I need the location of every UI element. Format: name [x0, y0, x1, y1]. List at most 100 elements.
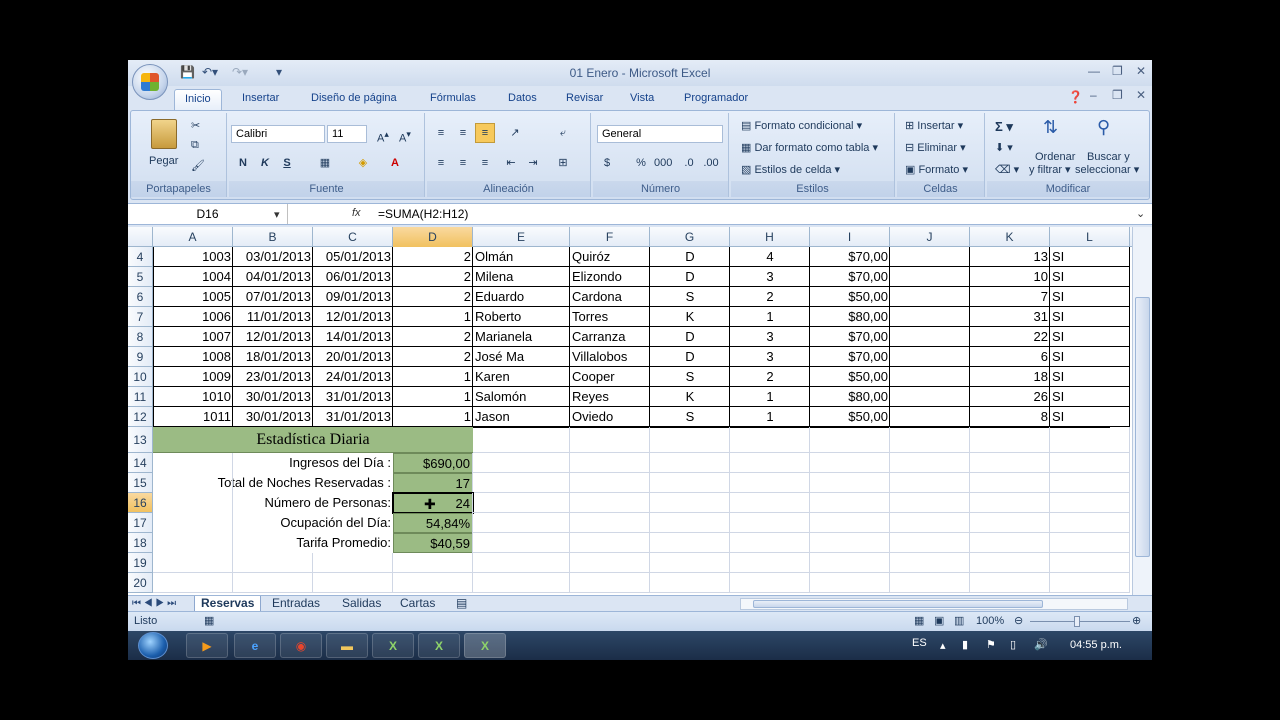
cell-e7[interactable]: Roberto — [473, 307, 570, 327]
cell-a5[interactable]: 1004 — [153, 267, 233, 287]
language-indicator[interactable]: ES — [912, 637, 927, 649]
column-header-d[interactable]: D — [393, 227, 473, 247]
cell-i10[interactable]: $50,00 — [810, 367, 890, 387]
cell-h4[interactable]: 4 — [730, 247, 810, 267]
fill-icon[interactable]: ⬇ ▾ — [995, 141, 1013, 154]
currency-icon[interactable]: $ — [597, 153, 617, 173]
increase-decimal-icon[interactable]: .0 — [679, 153, 699, 173]
cell-h12[interactable]: 1 — [730, 407, 810, 427]
font-color-icon[interactable]: A — [385, 153, 405, 173]
cell-e6[interactable]: Eduardo — [473, 287, 570, 307]
cell-c12[interactable]: 31/01/2013 — [313, 407, 393, 427]
sort-filter-icon[interactable]: ⇅ — [1043, 117, 1058, 138]
cell-i12[interactable]: $50,00 — [810, 407, 890, 427]
align-left-icon[interactable]: ≡ — [431, 153, 451, 173]
stats-label[interactable]: Tarifa Promedio: — [153, 533, 393, 553]
help-icon[interactable]: ❓ — [1068, 90, 1083, 104]
workbook-minimize-icon[interactable]: – — [1090, 88, 1097, 102]
shrink-font-icon[interactable]: A▾ — [395, 124, 415, 145]
restore-icon[interactable]: ❐ — [1112, 64, 1123, 78]
action-center-flag-icon[interactable]: ⚑ — [986, 638, 996, 651]
cell-b8[interactable]: 12/01/2013 — [233, 327, 313, 347]
align-top-icon[interactable]: ≡ — [431, 123, 451, 143]
cell-a6[interactable]: 1005 — [153, 287, 233, 307]
cell-e10[interactable]: Karen — [473, 367, 570, 387]
column-header-k[interactable]: K — [970, 227, 1050, 247]
cell-a10[interactable]: 1009 — [153, 367, 233, 387]
cell-k5[interactable]: 10 — [970, 267, 1050, 287]
tab-revisar[interactable]: Revisar — [566, 92, 603, 104]
taskbar-excel-active[interactable]: X — [464, 633, 506, 658]
stats-value-14[interactable]: $690,00 — [393, 453, 473, 473]
format-painter-icon[interactable]: 🖌 — [191, 159, 205, 172]
row-header-5[interactable]: 5 — [128, 267, 153, 287]
cell-e12[interactable]: Jason — [473, 407, 570, 427]
workbook-restore-icon[interactable]: ❐ — [1112, 88, 1123, 102]
cell-a12[interactable]: 1011 — [153, 407, 233, 427]
row-header-12[interactable]: 12 — [128, 407, 153, 427]
insert-cells-button[interactable]: ⊞ Insertar ▾ — [905, 119, 963, 132]
fill-color-icon[interactable]: ◈ — [353, 153, 373, 173]
network-icon[interactable]: ▮ — [962, 638, 968, 651]
align-right-icon[interactable]: ≡ — [475, 153, 495, 173]
format-as-table-button[interactable]: ▦ Dar formato como tabla ▾ — [741, 141, 878, 154]
cut-icon[interactable]: ✂ — [191, 119, 200, 132]
column-header-b[interactable]: B — [233, 227, 313, 247]
insert-sheet-icon[interactable]: ▤ — [456, 596, 467, 612]
cell-l7[interactable]: SI — [1050, 307, 1130, 327]
stats-label[interactable]: Ocupación del Día: — [153, 513, 393, 533]
italic-button[interactable]: K — [255, 153, 275, 173]
cell-b12[interactable]: 30/01/2013 — [233, 407, 313, 427]
stats-title[interactable]: Estadística Diaria — [153, 427, 473, 453]
zoom-in-icon[interactable]: ⊕ — [1132, 614, 1141, 627]
column-header-e[interactable]: E — [473, 227, 570, 247]
align-bottom-icon[interactable]: ≡ — [475, 123, 495, 143]
clear-icon[interactable]: ⌫ ▾ — [995, 163, 1019, 176]
macro-record-icon[interactable]: ▦ — [204, 614, 214, 627]
column-header-g[interactable]: G — [650, 227, 730, 247]
vertical-scrollbar[interactable] — [1132, 227, 1152, 595]
decrease-decimal-icon[interactable]: .00 — [701, 153, 721, 173]
cell-f4[interactable]: Quiróz — [570, 247, 650, 267]
minimize-icon[interactable]: — — [1088, 64, 1100, 78]
cell-e9[interactable]: José Ma — [473, 347, 570, 367]
cell-d9[interactable]: 2 — [393, 347, 473, 367]
power-icon[interactable]: ▯ — [1010, 638, 1016, 651]
cell-l9[interactable]: SI — [1050, 347, 1130, 367]
cell-f6[interactable]: Cardona — [570, 287, 650, 307]
cell-i5[interactable]: $70,00 — [810, 267, 890, 287]
formula-input[interactable]: =SUMA(H2:H12) — [378, 207, 468, 221]
show-hidden-icons-icon[interactable]: ▴ — [940, 639, 946, 652]
find-select-label-2[interactable]: seleccionar ▾ — [1075, 163, 1139, 176]
stats-label[interactable]: Ingresos del Día : — [153, 453, 393, 473]
cell-d6[interactable]: 2 — [393, 287, 473, 307]
taskbar-excel-2[interactable]: X — [418, 633, 460, 658]
row-header-14[interactable]: 14 — [128, 453, 153, 473]
stats-label[interactable]: Número de Personas: — [153, 493, 393, 513]
cell-l10[interactable]: SI — [1050, 367, 1130, 387]
row-header-11[interactable]: 11 — [128, 387, 153, 407]
binoculars-icon[interactable]: ⚲ — [1097, 117, 1110, 138]
cell-g6[interactable]: S — [650, 287, 730, 307]
paste-label[interactable]: Pegar — [149, 155, 178, 167]
tab-vista[interactable]: Vista — [630, 92, 654, 104]
expand-formula-bar-icon[interactable]: ⌄ — [1136, 207, 1145, 220]
tab-programador[interactable]: Programador — [684, 92, 748, 104]
sheet-tab-entradas[interactable]: Entradas — [272, 596, 320, 612]
tab-diseno-de-pagina[interactable]: Diseño de página — [311, 92, 397, 104]
cell-i7[interactable]: $80,00 — [810, 307, 890, 327]
name-box[interactable]: D16 — [128, 204, 288, 224]
column-header-l[interactable]: L — [1050, 227, 1130, 247]
cell-c10[interactable]: 24/01/2013 — [313, 367, 393, 387]
cell-i6[interactable]: $50,00 — [810, 287, 890, 307]
percent-icon[interactable]: % — [631, 153, 651, 173]
stats-value-16[interactable]: 24 ✚ — [392, 492, 474, 514]
cell-g4[interactable]: D — [650, 247, 730, 267]
borders-icon[interactable]: ▦ — [315, 153, 335, 173]
align-middle-icon[interactable]: ≡ — [453, 123, 473, 143]
column-header-a[interactable]: A — [153, 227, 233, 247]
name-box-dropdown-icon[interactable]: ▾ — [274, 208, 280, 221]
cell-i9[interactable]: $70,00 — [810, 347, 890, 367]
cell-c4[interactable]: 05/01/2013 — [313, 247, 393, 267]
row-header-16[interactable]: 16 — [128, 493, 153, 513]
